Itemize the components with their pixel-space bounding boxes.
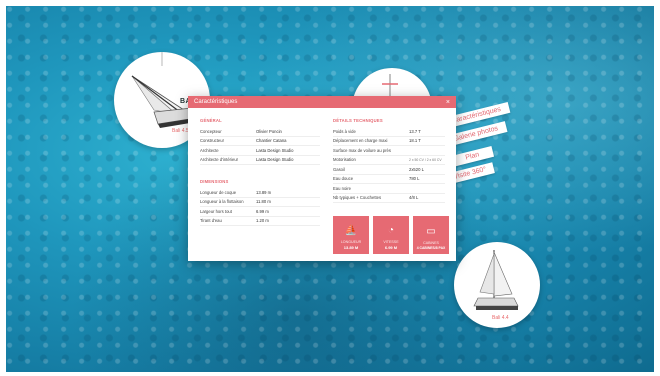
- table-row: Eau noire: [333, 184, 445, 194]
- row-value: 11.80 m: [256, 199, 271, 205]
- row-value: 13.89 m: [256, 189, 272, 195]
- bed-icon: ▭: [426, 226, 436, 237]
- row-value: 2x520 L: [409, 166, 424, 172]
- table-row: Déplacement en charge maxi 18.1 T: [333, 137, 445, 146]
- table-row: Architecte d'intérieur Lasta Design Studi…: [200, 156, 320, 165]
- row-key: Tirant d'eau: [200, 218, 222, 224]
- boat-bubble-right[interactable]: Bali 4.4: [454, 242, 540, 328]
- table-row: Eau douce 780 L: [333, 175, 445, 184]
- stat-value: 6.99 M: [384, 245, 398, 250]
- gauge-icon: ◔: [387, 225, 395, 236]
- modal-header: Caractéristiques ×: [188, 96, 456, 108]
- table-row: Motorisation 2 x 50 CV / 2 x 60 CV: [333, 156, 445, 165]
- dimensions-section-title: DIMENSIONS: [200, 179, 229, 184]
- stat-value: 4 CABINES/8 PAX: [416, 246, 446, 250]
- row-value: Olivier Poncin: [256, 128, 282, 134]
- row-key: Motorisation: [333, 157, 356, 163]
- row-value: 18.1 T: [409, 138, 421, 144]
- row-key: Architecte d'intérieur: [200, 157, 239, 163]
- row-key: Longueur à la flottaison: [200, 199, 244, 205]
- table-row: Nb typiques + Couchettes 4/8 L: [333, 194, 445, 203]
- row-key: Eau noire: [333, 185, 351, 191]
- row-key: Largeur hors tout: [200, 208, 232, 214]
- table-row: Surface max de voilure au près: [333, 146, 445, 156]
- row-value: 2 x 50 CV / 2 x 60 CV: [409, 157, 442, 162]
- boat-label-right: Bali 4.4: [492, 315, 509, 321]
- row-key: Longueur de coque: [200, 189, 237, 195]
- table-row: Largeur hors tout 6.99 m: [200, 207, 320, 217]
- row-key: Eau douce: [333, 176, 354, 182]
- row-value: Chantier Catana: [256, 138, 287, 144]
- row-key: Poids à vide: [333, 128, 356, 134]
- row-value: 6.99 m: [256, 208, 269, 214]
- row-value: 4/8 L: [409, 195, 419, 201]
- row-key: Constructeur: [200, 138, 224, 144]
- row-key: Déplacement en charge maxi: [333, 138, 388, 144]
- stat-tiles: ⛵ LONGUEUR 13.89 M ◔ VITESSE 6.99 M ▭ CA…: [333, 216, 449, 254]
- stat-tile-cabines: ▭ CABINES 4 CABINES/8 PAX: [413, 216, 449, 254]
- row-key: Architecte: [200, 147, 219, 153]
- general-section-title: GÉNÉRAL: [200, 118, 222, 123]
- table-row: Tirant d'eau 1.20 m: [200, 217, 320, 226]
- technical-section: DÉTAILS TECHNIQUES Poids à vide 13.7 T Dé…: [333, 118, 445, 203]
- row-key: Concepteur: [200, 128, 222, 134]
- table-row: Gasoil 2x520 L: [333, 165, 445, 175]
- modal-title: Caractéristiques: [194, 99, 238, 105]
- table-row: Constructeur Chantier Catana: [200, 137, 320, 146]
- row-key: Gasoil: [333, 166, 345, 172]
- stat-label: LONGUEUR: [340, 240, 362, 244]
- row-value: Lasta Design Studio: [256, 157, 294, 163]
- table-row: Architecte Lasta Design Studio: [200, 146, 320, 156]
- table-row: Longueur à la flottaison 11.80 m: [200, 198, 320, 207]
- table-row: Concepteur Olivier Poncin: [200, 127, 320, 137]
- row-value: 13.7 T: [409, 128, 421, 134]
- characteristics-modal: Caractéristiques × GÉNÉRAL Concepteur Oli…: [188, 96, 456, 261]
- boat-label-left: Bali 4.5: [172, 128, 189, 134]
- row-value: 780 L: [409, 176, 420, 182]
- sailboat-icon: ⛵: [344, 225, 358, 236]
- close-icon[interactable]: ×: [446, 99, 450, 106]
- stat-tile-vitesse: ◔ VITESSE 6.99 M: [373, 216, 409, 254]
- stat-value: 13.89 M: [343, 245, 359, 250]
- sea-background: BALI Bali 4.5 Caractéristiques Galerie p…: [6, 6, 654, 372]
- general-section: GÉNÉRAL Concepteur Olivier Poncin Constru…: [200, 118, 320, 226]
- row-value: Lasta Design Studio: [256, 147, 294, 153]
- table-row: Poids à vide 13.7 T: [333, 127, 445, 137]
- stat-label: CABINES: [423, 241, 439, 245]
- row-value: 1.20 m: [256, 218, 269, 224]
- stat-label: VITESSE: [383, 240, 399, 244]
- row-key: Nb typiques + Couchettes: [333, 195, 382, 201]
- stat-tile-longueur: ⛵ LONGUEUR 13.89 M: [333, 216, 369, 254]
- table-row: Longueur de coque 13.89 m: [200, 188, 320, 198]
- row-key: Surface max de voilure au près: [333, 147, 391, 153]
- technical-section-title: DÉTAILS TECHNIQUES: [333, 118, 383, 123]
